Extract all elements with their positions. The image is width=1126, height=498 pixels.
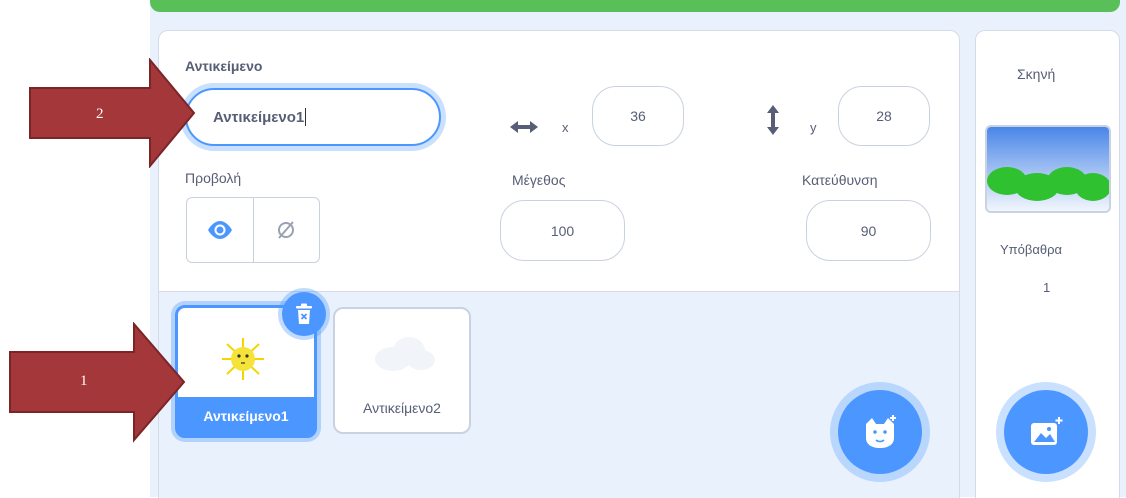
hide-button[interactable] (252, 198, 320, 262)
y-label: y (810, 120, 817, 135)
cat-plus-icon (866, 415, 896, 448)
backdrop-thumbnail (987, 127, 1109, 211)
sprite-tile-label: Αντικείμενο2 (363, 400, 441, 416)
eye-icon (207, 221, 232, 239)
show-button[interactable] (187, 198, 253, 262)
choose-sprite-button[interactable] (838, 390, 922, 474)
vertical-arrows-icon (765, 103, 781, 137)
direction-label: Κατεύθυνση (802, 172, 878, 188)
image-plus-icon (1031, 417, 1063, 445)
stage-title: Σκηνή (1017, 66, 1056, 82)
size-input[interactable]: 100 (500, 200, 625, 261)
sprite-tile-label: Αντικείμενο1 (178, 397, 314, 435)
annotation-arrow-1 (8, 321, 188, 444)
text-caret (305, 108, 307, 126)
cloud-sprite-thumbnail (375, 337, 435, 371)
sun-sprite-thumbnail (222, 338, 264, 380)
direction-input[interactable]: 90 (806, 200, 931, 261)
trash-icon (296, 303, 312, 324)
show-label: Προβολή (185, 170, 242, 186)
horizontal-arrows-icon (508, 119, 540, 135)
x-input[interactable]: 36 (592, 86, 684, 146)
annotation-label-1: 1 (80, 373, 88, 389)
y-value: 28 (876, 108, 892, 124)
sprite-name-input[interactable]: Αντικείμενο1 (185, 88, 441, 146)
visibility-toggle-group (186, 197, 320, 263)
backdrops-count: 1 (1043, 280, 1051, 295)
annotation-label-2: 2 (96, 106, 104, 122)
backdrops-label: Υπόβαθρα (1000, 242, 1063, 257)
size-label: Μέγεθος (512, 172, 566, 188)
x-value: 36 (630, 108, 646, 124)
y-input[interactable]: 28 (838, 86, 930, 146)
eye-slash-icon (278, 221, 295, 239)
x-label: x (562, 120, 569, 135)
annotation-arrow-2 (28, 57, 198, 169)
stage-thumbnail[interactable] (985, 125, 1111, 213)
direction-value: 90 (860, 222, 877, 239)
code-area-bottom-edge (150, 0, 1120, 12)
sprite-name-value: Αντικείμενο1 (213, 108, 305, 126)
size-value: 100 (550, 222, 575, 239)
sprite-tile[interactable]: Αντικείμενο2 (333, 307, 471, 434)
choose-backdrop-button[interactable] (1004, 390, 1088, 474)
delete-sprite-button[interactable] (282, 292, 326, 336)
